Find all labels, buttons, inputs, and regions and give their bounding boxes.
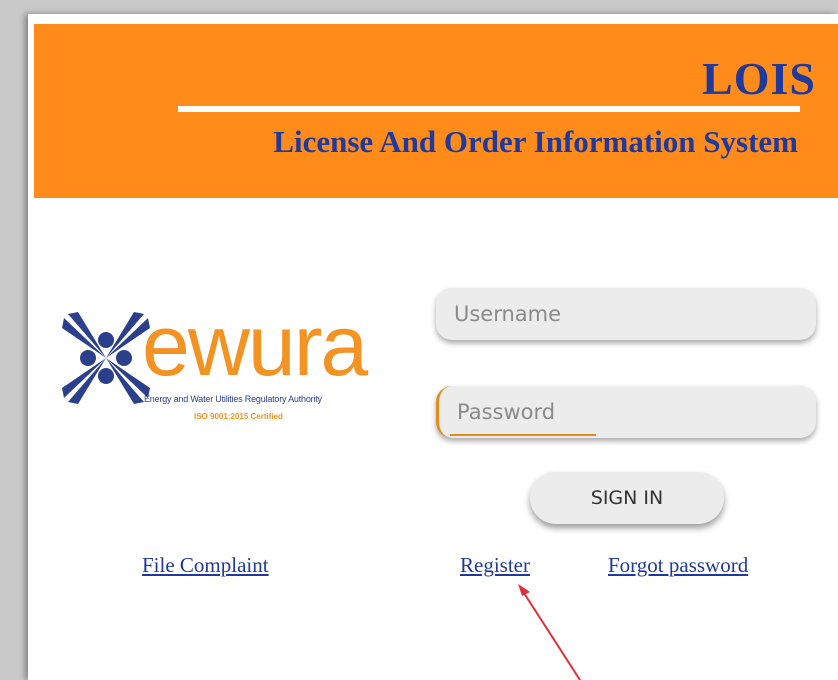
password-field[interactable] [436,386,816,438]
register-link[interactable]: Register [460,553,530,578]
password-focus-underline [450,434,596,436]
forgot-password-link[interactable]: Forgot password [608,553,748,578]
logo-certification: ISO 9001:2015 Certified [194,412,283,421]
sign-in-button[interactable]: SIGN IN [530,472,724,524]
logo-wordmark: ewura [142,298,368,394]
app-header: LOIS License And Order Information Syste… [34,24,838,198]
logo-tagline: Energy and Water Utilities Regulatory Au… [144,394,322,404]
ewura-logo: ewura Energy and Water Utilities Regulat… [58,300,378,438]
username-field[interactable] [436,288,816,340]
red-arrow-icon [518,584,581,680]
file-complaint-link[interactable]: File Complaint [142,553,269,578]
ewura-star-logo-icon [62,312,150,404]
app-short-name: LOIS [702,53,816,104]
header-divider [178,106,800,112]
app-full-name: License And Order Information System [273,124,798,159]
